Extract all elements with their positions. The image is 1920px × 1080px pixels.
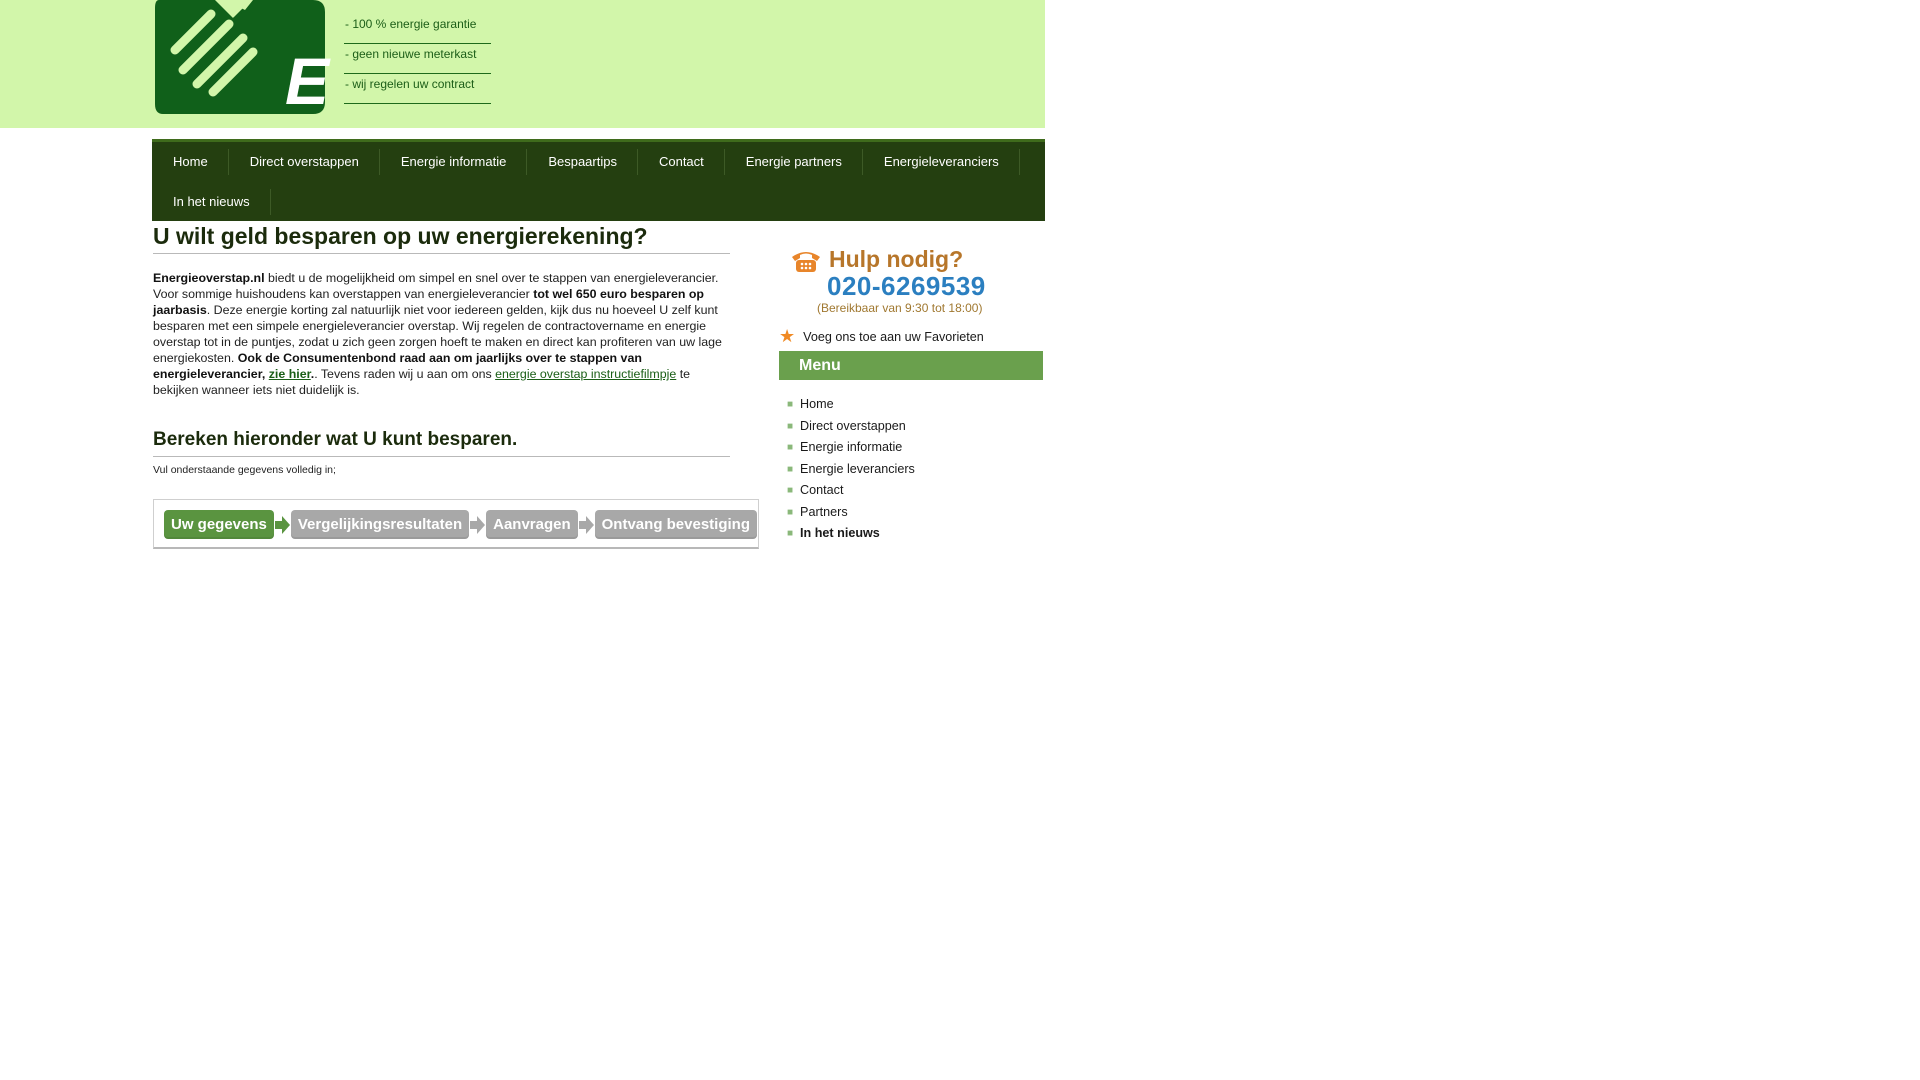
nav-item-bespaartips[interactable]: Bespaartips <box>527 149 638 175</box>
main-content: U wilt geld besparen op uw energierekeni… <box>153 222 730 476</box>
steps-box: Uw gegevens Vergelijkingsresultaten Aanv… <box>153 499 759 549</box>
favorites-label: Voeg ons toe aan uw Favorieten <box>803 329 984 344</box>
nav-item-energie-informatie[interactable]: Energie informatie <box>380 149 528 175</box>
nav-item-energieleveranciers[interactable]: Energieleveranciers <box>863 149 1020 175</box>
sidebar-item-home[interactable]: ■ Home <box>787 394 1043 416</box>
sidebar-item-label: Energie informatie <box>800 440 903 454</box>
bullet-icon: ■ <box>787 485 794 496</box>
svg-text:E: E <box>285 44 331 114</box>
sidebar-item-label: Home <box>800 397 834 411</box>
nav-item-contact[interactable]: Contact <box>638 149 725 175</box>
star-icon: ★ <box>779 326 796 346</box>
help-banner[interactable]: Hulp nodig? 020-6269539 (Bereikbaar van … <box>789 244 1043 322</box>
menu-title: Menu <box>779 351 1043 380</box>
sidebar: Hulp nodig? 020-6269539 (Bereikbaar van … <box>779 244 1043 545</box>
bullet-icon: ■ <box>787 463 794 475</box>
calculator-instruction: Vul onderstaande gegevens volledig in; <box>153 464 336 476</box>
sidebar-item-label: Contact <box>800 483 844 497</box>
sidebar-item-in-het-nieuws[interactable]: ■ In het nieuws <box>787 523 1043 545</box>
step-uw-gegevens[interactable]: Uw gegevens <box>164 510 274 539</box>
step-ontvang-bevestiging[interactable]: Ontvang bevestiging <box>594 510 757 539</box>
intro-text: . Tevens raden wij u aan om ons <box>314 367 496 381</box>
energie-logo[interactable]: E <box>153 0 334 114</box>
bullet-icon: ■ <box>787 506 794 518</box>
sidebar-menu: ■ Home ■ Direct overstappen ■ Energie infor… <box>779 394 1043 545</box>
help-title: Hulp nodig? <box>829 246 964 272</box>
arrow-right-icon <box>469 510 486 539</box>
nav-item-energie-partners[interactable]: Energie partners <box>725 149 863 175</box>
sidebar-item-energie-informatie[interactable]: ■ Energie informatie <box>787 437 1043 459</box>
page-title: U wilt geld besparen op uw energierekeni… <box>153 222 730 254</box>
main-navigation: Home Direct overstappen Energie informat… <box>152 139 1045 221</box>
phone-number: 020-6269539 <box>827 271 986 301</box>
intro-paragraph: Energieoverstap.nl biedt u de mogelijkhe… <box>153 270 730 398</box>
instructiefilmpje-link[interactable]: energie overstap instructiefilmpje <box>495 367 676 381</box>
step-indicator: Uw gegevens Vergelijkingsresultaten Aanv… <box>164 510 757 539</box>
sidebar-item-contact[interactable]: ■ Contact <box>787 480 1043 502</box>
nav-item-home[interactable]: Home <box>152 149 229 175</box>
telephone-icon <box>792 252 820 272</box>
slogan-item: - geen nieuwe meterkast <box>344 44 491 74</box>
sidebar-item-label: Partners <box>800 504 848 519</box>
sidebar-item-label: Direct overstappen <box>800 418 906 433</box>
zie-hier-link[interactable]: zie hier <box>269 367 311 381</box>
arrow-right-icon <box>274 510 291 539</box>
slogan-list: - 100 % energie garantie - geen nieuwe m… <box>344 14 491 104</box>
sidebar-item-label: Energie leveranciers <box>800 461 915 476</box>
calculator-heading: Bereken hieronder wat U kunt besparen. <box>153 428 730 457</box>
bullet-icon: ■ <box>787 420 794 432</box>
bullet-icon: ■ <box>787 528 794 539</box>
bullet-icon: ■ <box>787 442 794 453</box>
slogan-item: - wij regelen uw contract <box>344 74 491 104</box>
brand-name: Energieoverstap.nl <box>153 271 265 285</box>
bullet-icon: ■ <box>787 399 794 410</box>
slogan-item: - 100 % energie garantie <box>344 14 491 44</box>
sidebar-item-energie-leveranciers[interactable]: ■ Energie leveranciers <box>787 459 1043 481</box>
step-aanvragen[interactable]: Aanvragen <box>486 510 578 539</box>
opening-hours: (Bereikbaar van 9:30 tot 18:00) <box>817 301 983 315</box>
sidebar-item-direct-overstappen[interactable]: ■ Direct overstappen <box>787 416 1043 438</box>
arrow-right-icon <box>578 510 595 539</box>
sidebar-item-partners[interactable]: ■ Partners <box>787 502 1043 524</box>
nav-item-direct-overstappen[interactable]: Direct overstappen <box>229 149 380 175</box>
step-vergelijkingsresultaten[interactable]: Vergelijkingsresultaten <box>290 510 470 539</box>
sidebar-item-label: In het nieuws <box>800 526 880 540</box>
nav-item-in-het-nieuws[interactable]: In het nieuws <box>152 189 271 215</box>
add-to-favorites[interactable]: ★ Voeg ons toe aan uw Favorieten <box>779 326 1043 347</box>
